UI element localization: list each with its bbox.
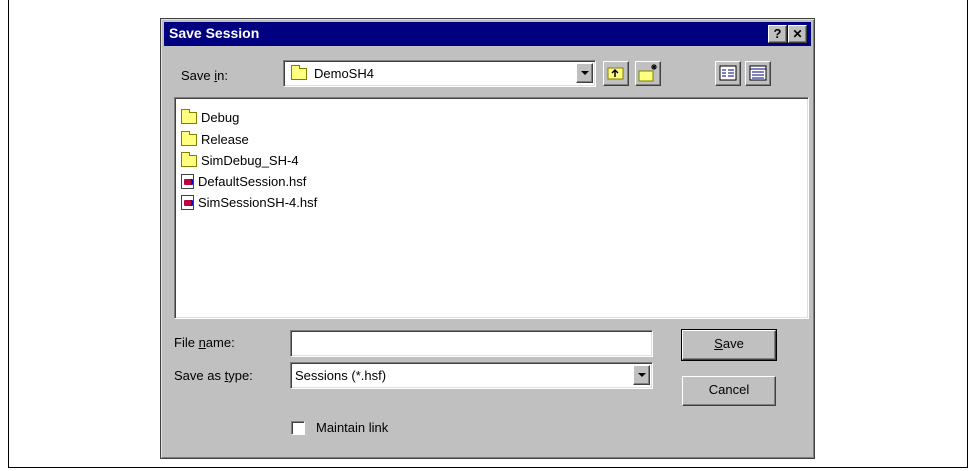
list-item[interactable]: DefaultSession.hsf <box>181 171 306 192</box>
list-item[interactable]: SimSessionSH-4.hsf <box>181 192 317 213</box>
folder-icon <box>181 130 197 146</box>
list-view-button[interactable] <box>715 61 741 86</box>
maintain-link-checkbox[interactable] <box>291 421 305 435</box>
save-button[interactable]: Save <box>681 329 777 361</box>
close-button[interactable]: ✕ <box>788 25 807 43</box>
save-as-type-dropdown-arrow[interactable] <box>633 365 650 385</box>
save-in-value: DemoSH4 <box>314 66 374 81</box>
folder-icon <box>181 151 197 167</box>
cancel-button[interactable]: Cancel <box>682 376 776 406</box>
title-bar[interactable]: Save Session ? ✕ <box>164 22 811 46</box>
up-folder-icon <box>607 67 624 80</box>
file-list[interactable]: Debug Release SimDebug_SH-4 DefaultSessi… <box>174 97 809 319</box>
save-in-label: Save in: <box>181 68 228 83</box>
new-folder-button[interactable] <box>635 61 661 86</box>
details-view-button[interactable] <box>745 61 771 86</box>
save-as-type-label: Save as type: <box>174 368 253 383</box>
maintain-link-label: Maintain link <box>316 420 389 435</box>
list-item[interactable]: SimDebug_SH-4 <box>181 150 299 171</box>
save-in-dropdown-arrow[interactable] <box>576 63 593 83</box>
file-name-input[interactable] <box>290 330 653 357</box>
chevron-down-icon <box>638 373 646 377</box>
help-button[interactable]: ? <box>768 25 787 43</box>
save-as-type-dropdown[interactable]: Sessions (*.hsf) <box>290 362 653 389</box>
list-item[interactable]: Release <box>181 129 249 150</box>
list-item[interactable]: Debug <box>181 107 239 128</box>
save-as-type-value: Sessions (*.hsf) <box>295 368 387 383</box>
list-view-icon <box>719 65 737 81</box>
open-folder-icon <box>291 65 307 80</box>
new-folder-icon <box>638 64 657 82</box>
session-file-icon <box>181 174 194 189</box>
chevron-down-icon <box>581 71 589 75</box>
save-session-dialog: Save Session ? ✕ Save in: DemoSH4 Debug … <box>160 18 815 459</box>
save-in-dropdown[interactable]: DemoSH4 <box>283 60 596 87</box>
session-file-icon <box>181 195 194 210</box>
folder-icon <box>181 108 197 124</box>
up-folder-button[interactable] <box>603 61 629 86</box>
dialog-title: Save Session <box>169 25 260 41</box>
file-name-label: File name: <box>174 335 235 350</box>
details-view-icon <box>749 65 767 81</box>
